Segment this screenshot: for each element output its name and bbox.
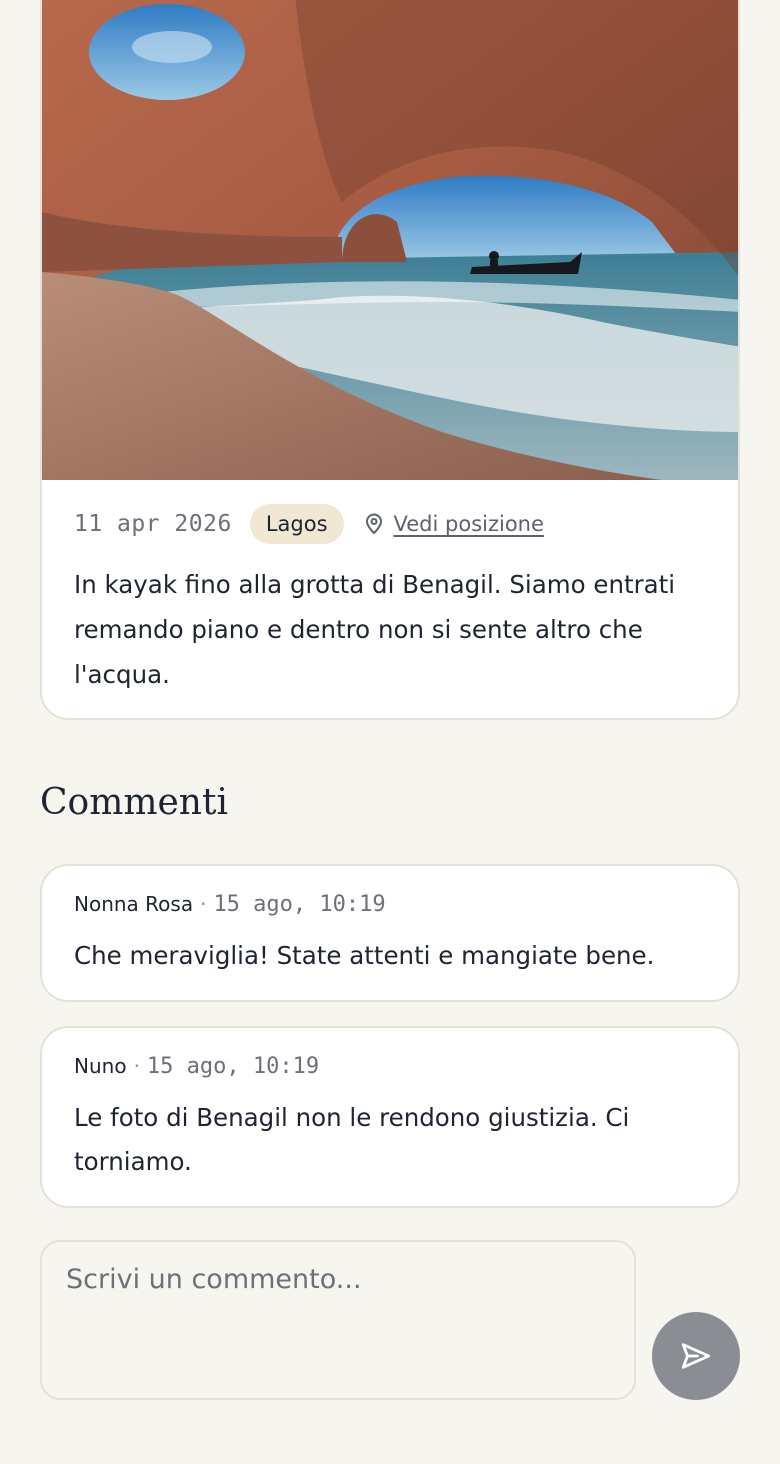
comment-time: 15 ago, 10:19 — [213, 892, 386, 917]
post-date: 11 apr 2026 — [74, 511, 232, 537]
comment-time: 15 ago, 10:19 — [146, 1054, 320, 1079]
comment-header: Nuno · 15 ago, 10:19 — [74, 1054, 706, 1084]
location-badge: Lagos — [249, 504, 344, 544]
view-location-label: Vedi posizione — [393, 512, 544, 536]
comment-text: Le foto di Benagil non le rendono giusti… — [74, 1103, 630, 1176]
view-location-link[interactable]: Vedi posizione — [362, 512, 544, 536]
comment-separator: · — [133, 1054, 140, 1078]
comment-card: Nonna Rosa · 15 ago, 10:19 Che meravigli… — [40, 864, 740, 1002]
comments-title: Commenti — [40, 782, 228, 823]
comment-header: Nonna Rosa · 15 ago, 10:19 — [74, 892, 706, 922]
post-meta: 11 apr 2026 Lagos Vedi posizione — [74, 504, 544, 544]
comment-input[interactable] — [40, 1240, 636, 1400]
post-card: 11 apr 2026 Lagos Vedi posizione In kaya… — [40, 0, 740, 720]
comment-card: Nuno · 15 ago, 10:19 Le foto di Benagil … — [40, 1026, 740, 1208]
page: 11 apr 2026 Lagos Vedi posizione In kaya… — [0, 0, 780, 1464]
post-text: In kayak fino alla grotta di Benagil. Si… — [74, 570, 676, 689]
comment-separator: · — [200, 892, 207, 916]
send-button[interactable] — [652, 1312, 740, 1400]
post-photo[interactable] — [42, 0, 738, 480]
comment-author: Nonna Rosa — [74, 892, 194, 916]
map-pin-icon — [362, 512, 386, 536]
comment-author: Nuno — [74, 1054, 127, 1078]
comment-text: Che meraviglia! State attenti e mangiate… — [74, 941, 655, 970]
send-icon — [679, 1339, 713, 1373]
